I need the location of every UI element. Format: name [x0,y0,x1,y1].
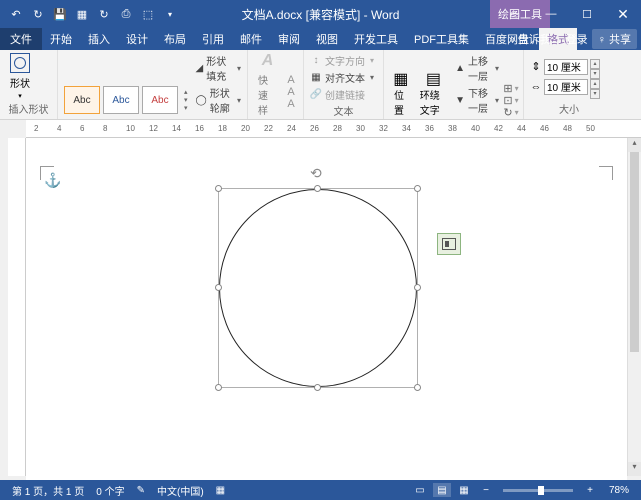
resize-handle[interactable] [215,284,222,291]
scroll-up[interactable]: ▴ [628,138,641,152]
create-link-button[interactable]: 🔗创建链接 [310,86,374,103]
shape-outline-button[interactable]: ◯形状轮廓 [196,84,241,116]
qat-btn[interactable]: ⬚ [138,4,158,24]
group-size: 大小 [530,101,608,117]
resize-handle[interactable] [414,185,421,192]
gallery-down[interactable]: ▾ [184,96,188,104]
selected-shape[interactable]: ⟲ [218,188,418,388]
align-button[interactable]: ⊞ [505,82,517,94]
status-proofing-icon[interactable]: ✎ [131,485,151,496]
document-area[interactable]: ⚓ ⟲ [26,138,627,480]
window-title: 文档A.docx [兼容模式] - Word [242,6,400,23]
share-button[interactable]: ♀ 共享 [592,29,637,49]
tab-home[interactable]: 开始 [42,28,80,50]
view-read-mode[interactable]: ▭ [411,483,429,497]
status-words[interactable]: 0 个字 [90,483,130,498]
shape-style-2[interactable]: Abc [103,86,139,114]
width-down[interactable]: ▾ [590,89,600,99]
tab-review[interactable]: 审阅 [270,28,308,50]
view-web-layout[interactable]: ▦ [455,483,473,497]
shape-width-input[interactable]: 10 厘米 [544,79,588,95]
tab-mailings[interactable]: 邮件 [232,28,270,50]
shapes-button[interactable]: 形状 ▾ [6,53,34,100]
text-direction-button[interactable]: ↕文字方向 [310,52,374,69]
resize-handle[interactable] [414,284,421,291]
signin-link[interactable]: 登录 [566,31,588,47]
qat-btn[interactable]: ⎙ [116,4,136,24]
tab-developer[interactable]: 开发工具 [346,28,406,50]
resize-handle[interactable] [414,384,421,391]
gallery-more[interactable]: ▾ [184,104,188,112]
status-page[interactable]: 第 1 页，共 1 页 [6,483,90,498]
zoom-in[interactable]: + [581,483,599,497]
group-button[interactable]: ⊡ [505,94,517,106]
rotate-button[interactable]: ↻ [505,106,517,118]
view-print-layout[interactable]: ▤ [433,483,451,497]
rotate-handle[interactable]: ⟲ [310,165,326,181]
tab-design[interactable]: 设计 [118,28,156,50]
qat-btn[interactable]: ↻ [94,4,114,24]
circle-shape[interactable] [219,189,417,387]
text-fill-icon: A [285,74,297,86]
width-icon: ⇔ [530,81,542,93]
bring-forward-button[interactable]: ▲上移一层 [455,52,499,84]
close-button[interactable]: ✕ [605,0,641,28]
align-text-button[interactable]: ▦对齐文本 [310,69,374,86]
text-effects-icon: A [285,98,297,110]
zoom-slider[interactable] [503,489,573,492]
height-icon: ⇕ [530,61,542,73]
vertical-scrollbar[interactable]: ▴ ▾ [627,138,641,476]
undo-button[interactable]: ↶ [6,4,26,24]
maximize-button[interactable]: ☐ [569,0,605,28]
zoom-level[interactable]: 78% [603,485,635,496]
height-up[interactable]: ▴ [590,59,600,69]
scroll-thumb[interactable] [630,152,639,352]
gallery-up[interactable]: ▴ [184,88,188,96]
resize-handle[interactable] [215,384,222,391]
page: ⚓ ⟲ [30,148,623,480]
margin-corner [599,166,613,180]
qat-btn[interactable]: ▦ [72,4,92,24]
status-macro-icon[interactable]: ▦ [210,485,231,496]
tab-pdf[interactable]: PDF工具集 [406,28,477,50]
resize-handle[interactable] [314,384,321,391]
horizontal-ruler[interactable]: 2468101214161820222426283032343638404244… [26,120,641,138]
anchor-icon: ⚓ [44,172,61,189]
send-backward-button[interactable]: ▼下移一层 [455,84,499,116]
layout-options-button[interactable] [437,233,461,255]
ribbon-display-button[interactable]: ▭ [497,0,533,28]
vertical-ruler[interactable] [8,138,26,476]
resize-handle[interactable] [314,185,321,192]
tab-layout[interactable]: 布局 [156,28,194,50]
shape-style-1[interactable]: Abc [64,86,100,114]
wrap-text-button[interactable]: ▤ 环绕文字▾ [416,73,451,127]
redo-button[interactable]: ↻ [28,4,48,24]
tab-file[interactable]: 文件 [0,28,42,50]
tab-insert[interactable]: 插入 [80,28,118,50]
group-text: 文本 [310,103,377,119]
shape-style-3[interactable]: Abc [142,86,178,114]
minimize-button[interactable]: — [533,0,569,28]
save-button[interactable]: 💾 [50,4,70,24]
height-down[interactable]: ▾ [590,69,600,79]
group-insert-shape: 插入形状 [6,101,51,117]
status-language[interactable]: 中文(中国) [151,483,210,498]
position-button[interactable]: ▦ 位置▾ [390,73,412,127]
tab-view[interactable]: 视图 [308,28,346,50]
shape-height-input[interactable]: 10 厘米 [544,59,588,75]
zoom-out[interactable]: − [477,483,495,497]
tab-references[interactable]: 引用 [194,28,232,50]
qat-more[interactable]: ▾ [160,4,180,24]
shapes-icon [10,53,30,73]
text-outline-icon: A [285,86,297,98]
width-up[interactable]: ▴ [590,79,600,89]
shape-fill-button[interactable]: ◢形状填充 [196,52,241,84]
resize-handle[interactable] [215,185,222,192]
tell-me[interactable]: 告诉我… [508,31,562,47]
scroll-down[interactable]: ▾ [628,462,641,476]
